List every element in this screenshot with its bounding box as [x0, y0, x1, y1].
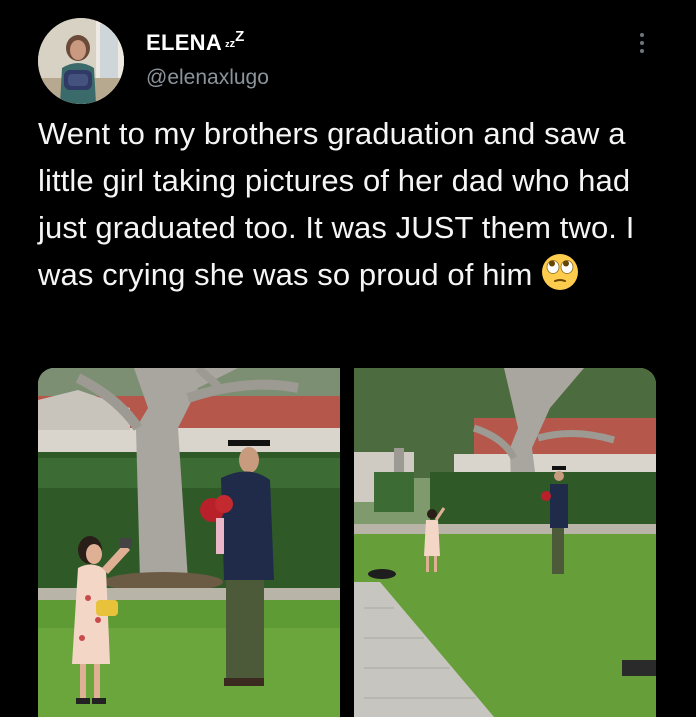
sleep-z-large: Z [235, 28, 245, 45]
user-handle[interactable]: @elenaxlugo [146, 66, 269, 90]
more-vertical-icon[interactable] [630, 28, 654, 58]
rolling-eyes-emoji [540, 252, 580, 292]
avatar[interactable] [38, 18, 124, 104]
name-row: ELENA zzZ [146, 29, 269, 56]
tweet-text: Went to my brothers graduation and saw a… [38, 110, 668, 298]
display-name[interactable]: ELENA [146, 30, 222, 56]
media-photo-left[interactable] [38, 368, 340, 717]
tweet: ELENA zzZ @elenaxlugo Went to my brother… [0, 0, 696, 717]
author-info: ELENA zzZ @elenaxlugo [146, 29, 269, 90]
media-photo-right[interactable] [354, 368, 656, 717]
sleep-suffix: zzZ [225, 29, 244, 50]
